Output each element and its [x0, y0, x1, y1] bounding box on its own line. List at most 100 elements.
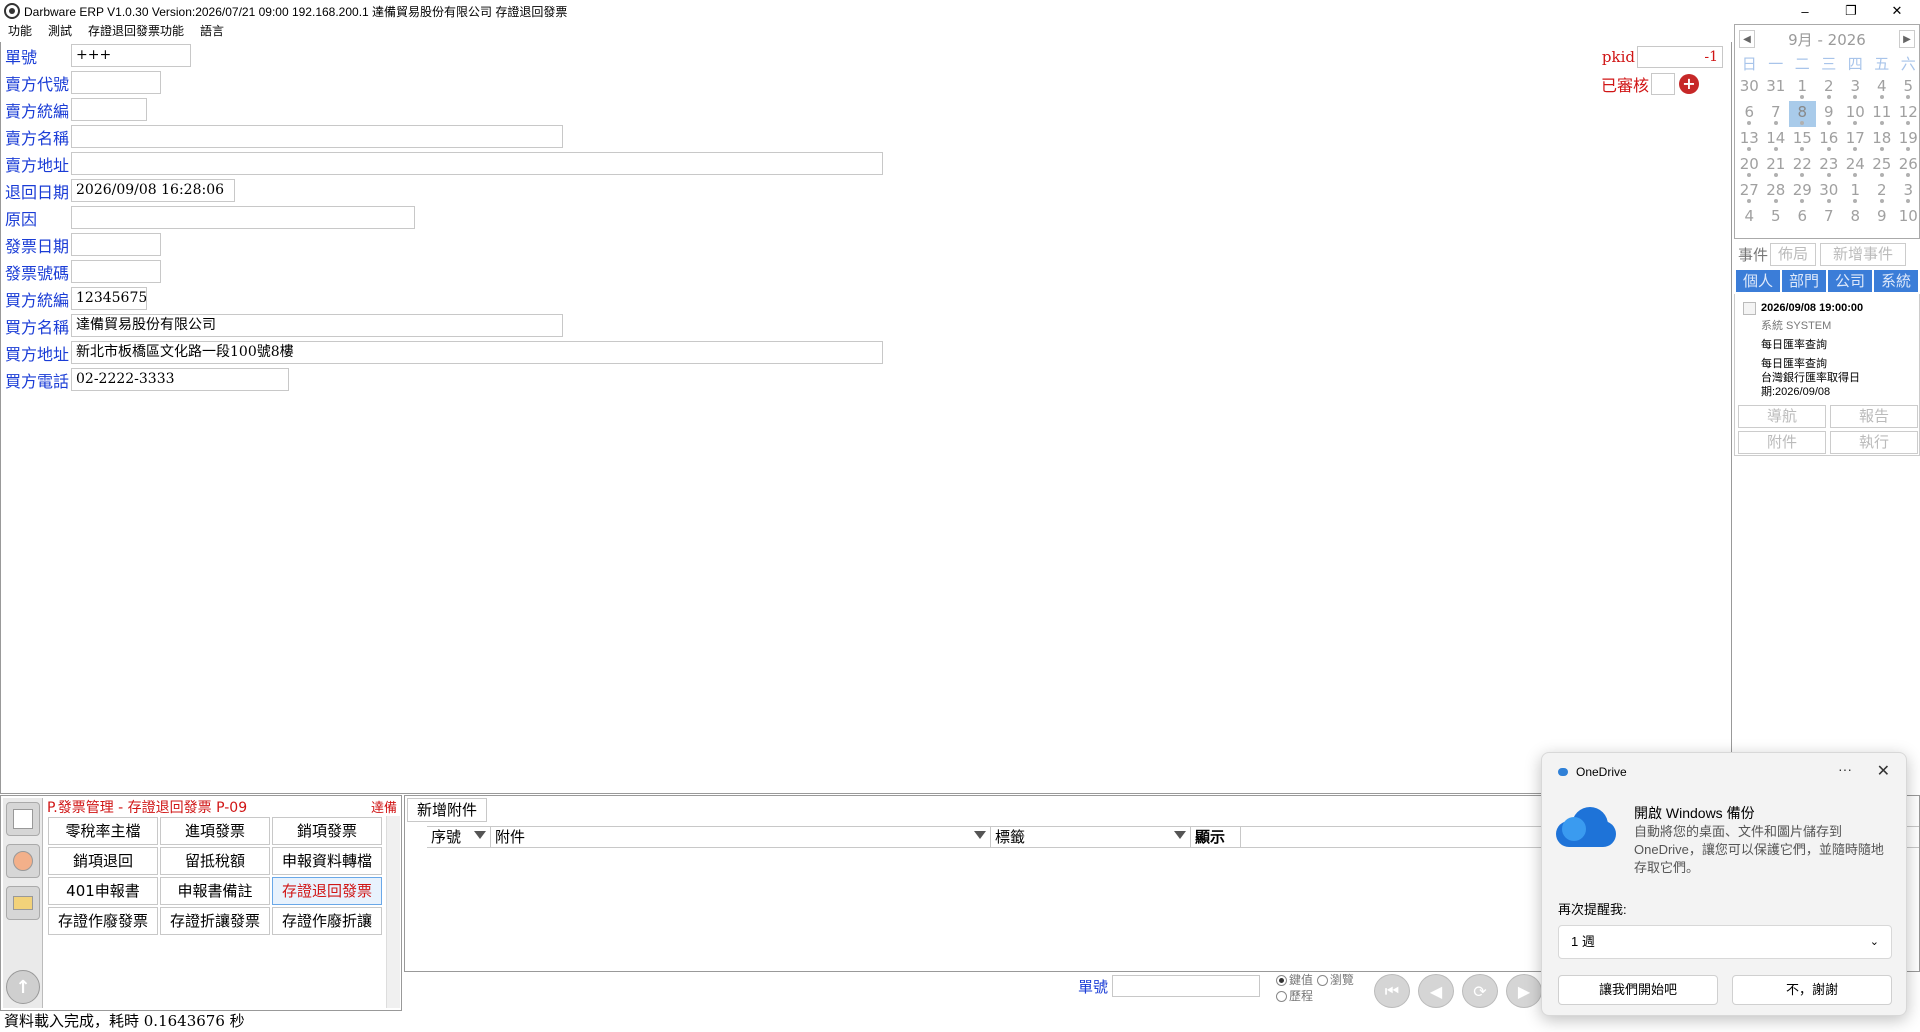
module-button[interactable]: 存證作廢折讓	[272, 907, 382, 935]
calendar-day[interactable]: 8	[1842, 205, 1869, 231]
invoice-no-input[interactable]	[71, 260, 161, 283]
filter-icon[interactable]	[974, 831, 986, 839]
execute-button[interactable]: 執行	[1830, 431, 1918, 454]
report-button[interactable]: 報告	[1830, 405, 1918, 428]
menu-language[interactable]: 語言	[192, 22, 232, 40]
module-button[interactable]: 存證作廢發票	[48, 907, 158, 935]
calendar-day[interactable]: 5	[1763, 205, 1790, 231]
calendar-day[interactable]: 3	[1842, 75, 1869, 101]
col-display[interactable]: 顯示	[1191, 827, 1241, 847]
seller-address-input[interactable]	[71, 152, 883, 175]
calendar-day[interactable]: 19	[1895, 127, 1920, 153]
col-seq[interactable]: 序號	[427, 827, 491, 847]
module-button[interactable]: 申報資料轉檔	[272, 847, 382, 875]
calendar-day[interactable]: 18	[1869, 127, 1896, 153]
decline-button[interactable]: 不，謝謝	[1732, 975, 1892, 1005]
prev-record-icon[interactable]: ◀	[1418, 974, 1454, 1008]
buyer-taxid-input[interactable]: 12345675	[71, 287, 147, 310]
calendar-day[interactable]: 27	[1736, 179, 1763, 205]
filter-icon[interactable]	[474, 831, 486, 839]
calendar-day[interactable]: 26	[1895, 153, 1920, 179]
calendar-day[interactable]: 21	[1763, 153, 1790, 179]
return-date-input[interactable]: 2026/09/08 16:28:06	[71, 179, 235, 202]
menu-test[interactable]: 測試	[40, 22, 80, 40]
calendar-day[interactable]: 3	[1895, 179, 1920, 205]
add-attachment-button[interactable]: 新增附件	[407, 798, 487, 822]
close-button[interactable]: ✕	[1874, 0, 1920, 22]
calendar-day[interactable]: 14	[1763, 127, 1790, 153]
calendar-day[interactable]: 4	[1869, 75, 1896, 101]
close-icon[interactable]: ✕	[1877, 761, 1890, 781]
layout-button[interactable]: 佈局	[1770, 242, 1817, 266]
calendar-day[interactable]: 1	[1789, 75, 1816, 101]
calendar-day[interactable]: 7	[1763, 101, 1790, 127]
col-attachment[interactable]: 附件	[491, 827, 991, 847]
attachment-button[interactable]: 附件	[1738, 431, 1826, 454]
seller-taxid-input[interactable]	[71, 98, 147, 121]
calendar-day[interactable]: 10	[1895, 205, 1920, 231]
calendar-day[interactable]: 7	[1816, 205, 1843, 231]
folder-icon[interactable]	[6, 886, 40, 920]
prev-month-button[interactable]: ◀	[1739, 30, 1755, 48]
module-button[interactable]: 401申報書	[48, 877, 158, 905]
calendar-day[interactable]: 20	[1736, 153, 1763, 179]
menu-function[interactable]: 功能	[0, 22, 40, 40]
calendar-day[interactable]: 16	[1816, 127, 1843, 153]
calendar-day[interactable]: 6	[1736, 101, 1763, 127]
calendar-day[interactable]: 30	[1736, 75, 1763, 101]
module-button[interactable]: 進項發票	[160, 817, 270, 845]
menu-return-invoice-functions[interactable]: 存證退回發票功能	[80, 22, 192, 40]
calendar-day[interactable]: 8	[1789, 101, 1816, 127]
calendar-day[interactable]: 22	[1789, 153, 1816, 179]
calendar-day[interactable]: 13	[1736, 127, 1763, 153]
calendar-day[interactable]: 1	[1842, 179, 1869, 205]
reason-input[interactable]	[71, 206, 415, 229]
doc-no-input[interactable]: +++	[71, 44, 191, 67]
calendar-day[interactable]: 30	[1816, 179, 1843, 205]
buyer-phone-input[interactable]: 02-2222-3333	[71, 368, 289, 391]
calendar-day[interactable]: 5	[1895, 75, 1920, 101]
module-button[interactable]: 零稅率主檔	[48, 817, 158, 845]
calendar-day[interactable]: 2	[1816, 75, 1843, 101]
radio-history[interactable]	[1276, 991, 1287, 1002]
add-icon[interactable]: +	[1679, 74, 1699, 94]
tab-company[interactable]: 公司	[1828, 270, 1872, 292]
document-icon[interactable]	[6, 802, 40, 836]
up-arrow-icon[interactable]: ↑	[6, 970, 40, 1004]
calendar-day[interactable]: 25	[1869, 153, 1896, 179]
filter-icon[interactable]	[1174, 831, 1186, 839]
remind-select[interactable]: 1 週 ⌄	[1558, 925, 1892, 959]
tab-department[interactable]: 部門	[1782, 270, 1826, 292]
calendar-day[interactable]: 29	[1789, 179, 1816, 205]
next-month-button[interactable]: ▶	[1899, 30, 1915, 48]
calendar-day[interactable]: 24	[1842, 153, 1869, 179]
tab-system[interactable]: 系統	[1874, 270, 1918, 292]
buyer-name-input[interactable]: 達備貿易股份有限公司	[71, 314, 563, 337]
module-button[interactable]: 存證折讓發票	[160, 907, 270, 935]
first-record-icon[interactable]: ⏮	[1374, 974, 1410, 1008]
invoice-date-input[interactable]	[71, 233, 161, 256]
add-event-button[interactable]: 新增事件	[1820, 242, 1907, 266]
calendar-day[interactable]: 17	[1842, 127, 1869, 153]
calendar-day[interactable]: 6	[1789, 205, 1816, 231]
restore-button[interactable]: ❐	[1828, 0, 1874, 22]
calendar-day[interactable]: 28	[1763, 179, 1790, 205]
calendar-day[interactable]: 23	[1816, 153, 1843, 179]
module-scrollbar[interactable]	[386, 816, 400, 1008]
nav-doc-no-input[interactable]	[1112, 975, 1261, 997]
seller-name-input[interactable]	[71, 125, 563, 148]
buyer-address-input[interactable]: 新北市板橋區文化路一段100號8樓	[71, 341, 883, 364]
calendar-day[interactable]: 31	[1763, 75, 1790, 101]
calendar-day[interactable]: 9	[1816, 101, 1843, 127]
calendar-day[interactable]: 2	[1869, 179, 1896, 205]
module-button[interactable]: 存證退回發票	[272, 877, 382, 905]
module-button[interactable]: 銷項發票	[272, 817, 382, 845]
event-checkbox[interactable]	[1743, 302, 1756, 315]
more-options-icon[interactable]: ···	[1838, 761, 1852, 777]
calendar-day[interactable]: 10	[1842, 101, 1869, 127]
calendar-day[interactable]: 4	[1736, 205, 1763, 231]
pkid-input[interactable]: -1	[1637, 46, 1723, 68]
module-button[interactable]: 銷項退回	[48, 847, 158, 875]
calendar-day[interactable]: 12	[1895, 101, 1920, 127]
calendar-day[interactable]: 15	[1789, 127, 1816, 153]
